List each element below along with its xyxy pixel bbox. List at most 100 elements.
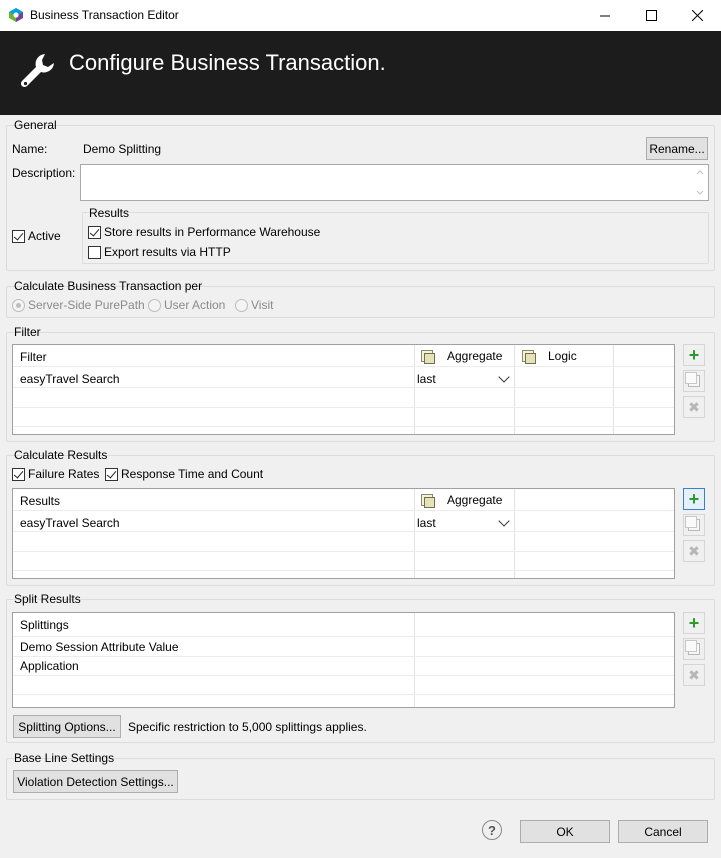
description-label: Description: <box>12 166 76 180</box>
delete-splitting-button[interactable]: ✖ <box>683 664 705 686</box>
aggregate-value: last <box>417 371 436 386</box>
banner-title: Configure Business Transaction. <box>69 50 386 75</box>
aggregate-select[interactable]: last <box>417 514 514 531</box>
delete-icon: ✖ <box>688 399 700 415</box>
name-value: Demo Splitting <box>83 142 162 156</box>
chevron-down-icon <box>498 370 510 383</box>
aggregate-column-header[interactable]: Aggregate <box>420 493 503 508</box>
add-splitting-button[interactable]: + <box>683 612 705 634</box>
table-row[interactable]: easyTravel Search <box>20 372 120 386</box>
failure-check-icon[interactable] <box>12 467 25 481</box>
aggregate-header-label: Aggregate <box>447 349 503 363</box>
splittings-column-header[interactable]: Splittings <box>20 618 69 632</box>
copy-icon <box>685 372 700 387</box>
table-row[interactable]: easyTravel Search <box>20 516 120 530</box>
radio-icon[interactable] <box>12 298 25 312</box>
title-bar: Business Transaction Editor <box>0 0 721 31</box>
logic-column-header[interactable]: Logic <box>521 349 577 364</box>
copy-filter-button[interactable] <box>683 370 705 392</box>
active-checkbox[interactable]: Active <box>12 229 61 243</box>
splittings-table[interactable]: Splittings Demo Session Attribute Value … <box>12 612 675 708</box>
table-row[interactable]: Application <box>20 659 79 673</box>
failure-rates-checkbox[interactable]: Failure Rates <box>12 467 99 481</box>
radio-label: Server-Side PurePath <box>28 298 145 312</box>
window-title: Business Transaction Editor <box>30 8 179 22</box>
header-banner: Configure Business Transaction. <box>0 31 721 115</box>
copy-result-button[interactable] <box>683 514 705 536</box>
plus-icon: + <box>688 613 700 633</box>
radio-visit[interactable]: Visit <box>235 298 273 312</box>
response-time-checkbox[interactable]: Response Time and Count <box>105 467 263 481</box>
help-icon: ? <box>488 822 496 838</box>
response-time-label: Response Time and Count <box>121 467 264 481</box>
description-scrollbar[interactable] <box>694 167 706 198</box>
radio-server-side-purepath[interactable]: Server-Side PurePath <box>12 298 145 312</box>
logic-header-label: Logic <box>548 349 577 363</box>
baseline-legend: Base Line Settings <box>14 751 115 765</box>
aggregate-select[interactable]: last <box>417 370 514 387</box>
help-button[interactable]: ? <box>482 820 502 840</box>
aggregate-value: last <box>417 515 436 530</box>
general-legend: General <box>14 118 57 132</box>
filter-table[interactable]: Filter Aggregate Logic easyTravel Search… <box>12 344 675 435</box>
plus-icon: + <box>688 489 700 509</box>
results-table[interactable]: Results Aggregate easyTravel Search last <box>12 488 675 579</box>
copy-icon <box>685 516 700 531</box>
radio-icon[interactable] <box>148 298 161 312</box>
maximize-icon <box>645 10 657 21</box>
export-http-label: Export results via HTTP <box>104 245 231 259</box>
logic-header-icon <box>521 349 536 364</box>
aggregate-column-header[interactable]: Aggregate <box>420 349 503 364</box>
rename-button[interactable]: Rename... <box>646 137 708 160</box>
split-results-legend: Split Results <box>14 592 81 606</box>
delete-icon: ✖ <box>688 667 700 683</box>
violation-detection-settings-button[interactable]: Violation Detection Settings... <box>13 770 178 793</box>
active-label: Active <box>28 229 61 243</box>
response-check-icon[interactable] <box>105 467 118 481</box>
name-label: Name: <box>12 142 48 156</box>
close-button[interactable] <box>674 0 720 31</box>
radio-user-action[interactable]: User Action <box>148 298 225 312</box>
splitting-options-button[interactable]: Splitting Options... <box>13 715 121 738</box>
splitting-restriction-text: Specific restriction to 5,000 splittings… <box>128 720 367 734</box>
filter-column-header[interactable]: Filter <box>20 350 47 364</box>
add-filter-button[interactable]: + <box>683 344 705 366</box>
add-result-button[interactable]: + <box>683 488 705 510</box>
ok-button[interactable]: OK <box>520 820 610 843</box>
delete-icon: ✖ <box>688 543 700 559</box>
maximize-button[interactable] <box>628 0 674 31</box>
minimize-button[interactable] <box>582 0 628 31</box>
minimize-icon <box>599 15 610 17</box>
app-logo-icon <box>9 8 23 22</box>
wrench-icon <box>20 54 54 88</box>
store-results-checkbox[interactable]: Store results in Performance Warehouse <box>88 225 320 239</box>
scroll-arrows-icon <box>696 170 704 195</box>
aggregate-header-icon <box>420 349 435 364</box>
copy-splitting-button[interactable] <box>683 638 705 660</box>
delete-result-button[interactable]: ✖ <box>683 540 705 562</box>
active-check-icon[interactable] <box>12 229 25 243</box>
delete-filter-button[interactable]: ✖ <box>683 396 705 418</box>
radio-label: User Action <box>164 298 226 312</box>
plus-icon: + <box>688 345 700 365</box>
export-http-checkbox[interactable]: Export results via HTTP <box>88 245 231 259</box>
aggregate-header-icon <box>420 493 435 508</box>
store-check-icon[interactable] <box>88 225 101 239</box>
chevron-down-icon <box>498 514 510 527</box>
store-results-label: Store results in Performance Warehouse <box>104 225 321 239</box>
aggregate-header-label: Aggregate <box>447 493 503 507</box>
failure-rates-label: Failure Rates <box>28 467 100 481</box>
calculate-per-legend: Calculate Business Transaction per <box>14 279 203 293</box>
cancel-button[interactable]: Cancel <box>618 820 708 843</box>
results-column-header[interactable]: Results <box>20 494 60 508</box>
copy-icon <box>685 640 700 655</box>
radio-label: Visit <box>251 298 274 312</box>
results-legend: Results <box>89 206 130 220</box>
calculate-results-legend: Calculate Results <box>14 448 108 462</box>
filter-legend: Filter <box>14 325 41 339</box>
table-row[interactable]: Demo Session Attribute Value <box>20 640 179 654</box>
export-check-icon[interactable] <box>88 245 101 259</box>
radio-icon[interactable] <box>235 298 248 312</box>
close-icon <box>691 10 703 21</box>
description-field[interactable] <box>80 164 709 201</box>
